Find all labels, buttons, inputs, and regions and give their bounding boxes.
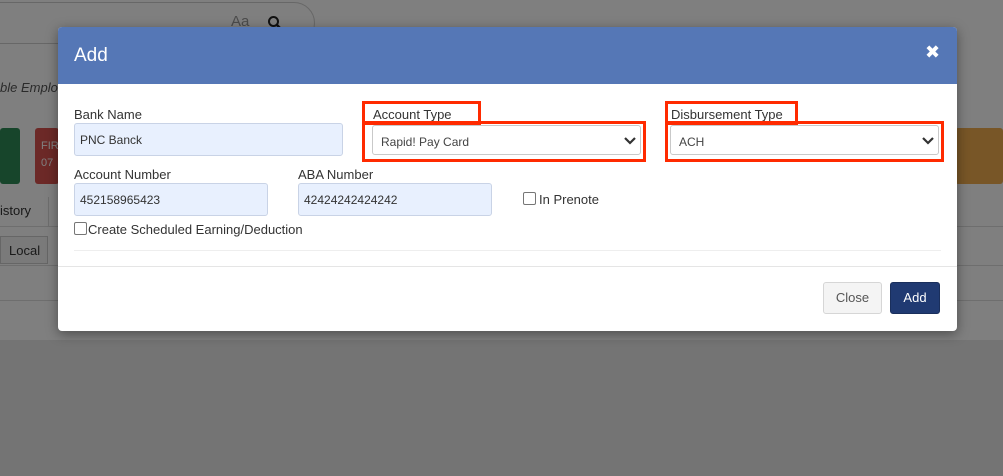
footer-divider	[58, 266, 957, 267]
account-type-label: Account Type	[373, 107, 452, 122]
add-bank-account-modal: Add ✖ Bank Name Account Type Rapid! Pay …	[58, 27, 957, 331]
modal-title: Add	[74, 45, 108, 66]
aba-number-input[interactable]	[298, 183, 492, 216]
create-scheduled-checkbox[interactable]	[74, 222, 87, 235]
modal-header: Add ✖	[58, 27, 957, 84]
chevron-down-icon	[624, 137, 636, 145]
form-divider	[74, 250, 941, 251]
disbursement-type-selected-value: ACH	[679, 135, 705, 149]
account-type-selected-value: Rapid! Pay Card	[381, 135, 470, 149]
disbursement-type-label: Disbursement Type	[671, 107, 783, 122]
account-type-select[interactable]: Rapid! Pay Card	[372, 125, 641, 155]
bank-name-label: Bank Name	[74, 107, 142, 122]
close-icon[interactable]: ✖	[925, 43, 941, 61]
disbursement-type-select[interactable]: ACH	[670, 125, 939, 155]
close-button[interactable]: Close	[823, 282, 882, 314]
bank-name-input[interactable]	[74, 123, 343, 156]
add-button[interactable]: Add	[890, 282, 940, 314]
account-number-input[interactable]	[74, 183, 268, 216]
chevron-down-icon	[922, 137, 934, 145]
aba-number-label: ABA Number	[298, 167, 374, 182]
in-prenote-label[interactable]: In Prenote	[539, 192, 599, 207]
in-prenote-checkbox[interactable]	[523, 192, 536, 205]
account-number-label: Account Number	[74, 167, 171, 182]
create-scheduled-label[interactable]: Create Scheduled Earning/Deduction	[88, 222, 303, 237]
